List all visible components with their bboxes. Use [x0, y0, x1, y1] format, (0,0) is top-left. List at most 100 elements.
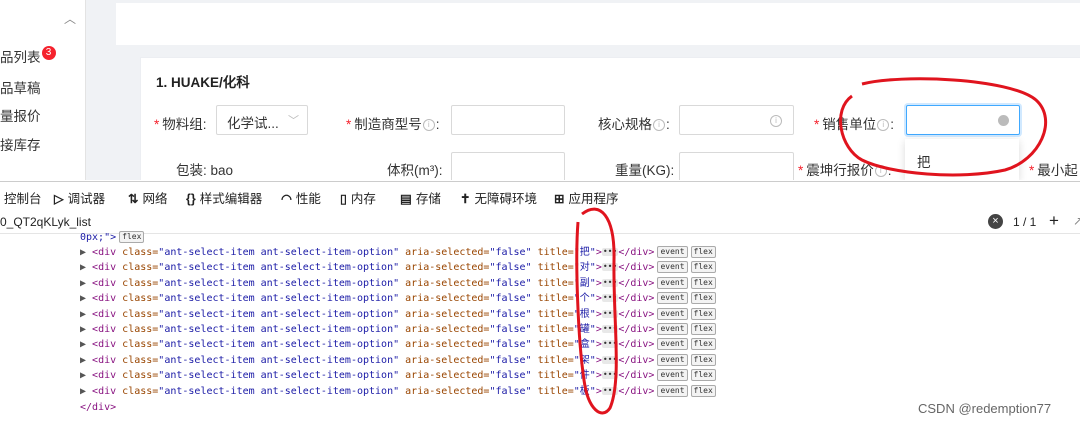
flex-badge[interactable]: flex [690, 353, 716, 366]
expand-triangle-icon[interactable]: ▶ [80, 355, 92, 366]
event-badge[interactable]: event [657, 369, 688, 382]
attr-name: class= [122, 247, 159, 258]
attr-name: class= [122, 293, 159, 305]
volume-input[interactable] [451, 152, 565, 180]
table-row[interactable]: ▶ <div class="ant-select-item ant-select… [80, 322, 716, 337]
info-icon[interactable]: i [877, 119, 890, 132]
clear-icon[interactable] [998, 115, 1009, 126]
ellipsis-icon[interactable]: ••• [601, 248, 619, 256]
attr-value: "ant-select-item ant-select-item-option" [158, 354, 400, 366]
event-badge[interactable]: event [657, 307, 688, 320]
chevron-up-icon[interactable]: ︿ [64, 10, 76, 27]
info-icon[interactable]: i [422, 119, 435, 132]
expand-triangle-icon[interactable]: ▶ [80, 247, 92, 258]
pick-icon[interactable]: ↗ [1073, 214, 1080, 228]
open-tag-end: > [595, 385, 602, 397]
material-group-select[interactable]: 化学试... ﹀ [216, 105, 308, 135]
table-row[interactable]: ▶ <div class="ant-select-item ant-select… [80, 368, 716, 383]
flex-badge[interactable]: flex [690, 307, 716, 320]
flex-badge[interactable]: flex [690, 338, 716, 351]
expand-triangle-icon[interactable]: ▶ [80, 370, 92, 381]
expand-triangle-icon[interactable]: ▶ [80, 262, 92, 273]
ellipsis-icon[interactable]: ••• [601, 263, 619, 272]
search-input[interactable]: 0_QT2qKLyk_list [0, 215, 91, 229]
sidebar-item-product-list[interactable]: 品列表 3 [0, 46, 56, 66]
attr-name: title= [537, 354, 574, 366]
select-value: 化学试... [227, 116, 279, 131]
sales-unit-select[interactable] [906, 105, 1020, 135]
attr-name: title= [537, 385, 574, 397]
accessibility-icon: ✝ [460, 192, 471, 206]
code-text: 0px;"> [80, 232, 117, 243]
tab-performance[interactable]: ◠ 性能 [281, 188, 321, 207]
tab-accessibility[interactable]: ✝ 无障碍环境 [460, 188, 537, 207]
flex-badge[interactable]: flex [690, 276, 716, 289]
flex-badge[interactable]: flex [690, 323, 716, 335]
tab-storage[interactable]: ▤ 存储 [400, 188, 441, 207]
table-row[interactable]: ▶ <div class="ant-select-item ant-select… [80, 276, 716, 291]
flex-badge[interactable]: flex [690, 246, 716, 258]
required-mark: * [1029, 163, 1035, 178]
sidebar-item-stock[interactable]: 接库存 [0, 134, 41, 154]
spec-input[interactable]: i [679, 105, 794, 135]
required-mark: * [346, 117, 352, 132]
ellipsis-icon[interactable]: ••• [601, 294, 619, 303]
expand-triangle-icon[interactable]: ▶ [80, 339, 92, 350]
clear-search-icon[interactable]: × [988, 214, 1003, 229]
event-badge[interactable]: event [657, 338, 688, 351]
ellipsis-icon[interactable]: ••• [601, 386, 619, 395]
code-line: 0px;"> flex [80, 230, 145, 245]
table-row[interactable]: ▶ <div class="ant-select-item ant-select… [80, 307, 716, 322]
event-badge[interactable]: event [657, 292, 688, 305]
expand-triangle-icon[interactable]: ▶ [80, 278, 92, 289]
tab-console[interactable]: 控制台 [4, 188, 42, 207]
info-icon[interactable]: i [653, 119, 665, 132]
sidebar-item-product-draft[interactable]: 品草稿 [0, 77, 41, 97]
attr-value: "罐" [573, 324, 596, 335]
add-icon[interactable]: + [1049, 211, 1059, 231]
info-icon[interactable]: i [874, 165, 887, 178]
tab-debugger[interactable]: ▷ 调试器 [54, 188, 105, 207]
event-badge[interactable]: event [657, 353, 688, 366]
tab-application[interactable]: ⊞ 应用程序 [554, 188, 619, 207]
table-row[interactable]: ▶ <div class="ant-select-item ant-select… [80, 245, 716, 260]
ellipsis-icon[interactable]: ••• [601, 340, 619, 349]
event-badge[interactable]: event [657, 261, 688, 274]
tab-network[interactable]: ⇅ 网络 [128, 188, 168, 207]
tab-style-editor[interactable]: {} 样式编辑器 [186, 188, 262, 207]
option-title: 个 [579, 293, 590, 305]
table-row[interactable]: ▶ <div class="ant-select-item ant-select… [80, 260, 716, 275]
ellipsis-icon[interactable]: ••• [601, 355, 619, 364]
event-badge[interactable]: event [657, 384, 688, 397]
sidebar-item-batch-quote[interactable]: 量报价 [0, 105, 41, 125]
table-row[interactable]: ▶ <div class="ant-select-item ant-select… [80, 384, 716, 399]
flex-badge[interactable]: flex [119, 231, 145, 243]
flex-badge[interactable]: flex [690, 369, 716, 382]
model-input[interactable] [451, 105, 565, 135]
ellipsis-icon[interactable]: ••• [601, 325, 619, 333]
event-badge[interactable]: event [657, 246, 688, 258]
ellipsis-icon[interactable]: ••• [601, 371, 619, 380]
sidebar: ︿ 品列表 3 品草稿 量报价 接库存 [0, 0, 85, 180]
attr-name: aria-selected= [405, 247, 490, 258]
table-row[interactable]: ▶ <div class="ant-select-item ant-select… [80, 337, 716, 352]
expand-triangle-icon[interactable]: ▶ [80, 293, 92, 304]
expand-triangle-icon[interactable]: ▶ [80, 309, 92, 320]
ellipsis-icon[interactable]: ••• [601, 309, 619, 318]
ellipsis-icon[interactable]: ••• [601, 278, 619, 287]
event-badge[interactable]: event [657, 323, 688, 335]
flex-badge[interactable]: flex [690, 384, 716, 397]
table-row[interactable]: ▶ <div class="ant-select-item ant-select… [80, 291, 716, 306]
attr-name: title= [537, 324, 574, 335]
expand-triangle-icon[interactable]: ▶ [80, 324, 92, 335]
tab-memory[interactable]: ▯ 内存 [340, 188, 376, 207]
dropdown-option[interactable]: 把 [917, 151, 931, 171]
packaging-label: 包装: bao [176, 163, 234, 178]
expand-triangle-icon[interactable]: ▶ [80, 386, 92, 397]
table-row[interactable]: ▶ <div class="ant-select-item ant-select… [80, 353, 716, 368]
event-badge[interactable]: event [657, 276, 688, 289]
weight-input[interactable] [679, 152, 794, 180]
flex-badge[interactable]: flex [690, 261, 716, 274]
attr-name: aria-selected= [405, 339, 490, 351]
flex-badge[interactable]: flex [690, 292, 716, 305]
